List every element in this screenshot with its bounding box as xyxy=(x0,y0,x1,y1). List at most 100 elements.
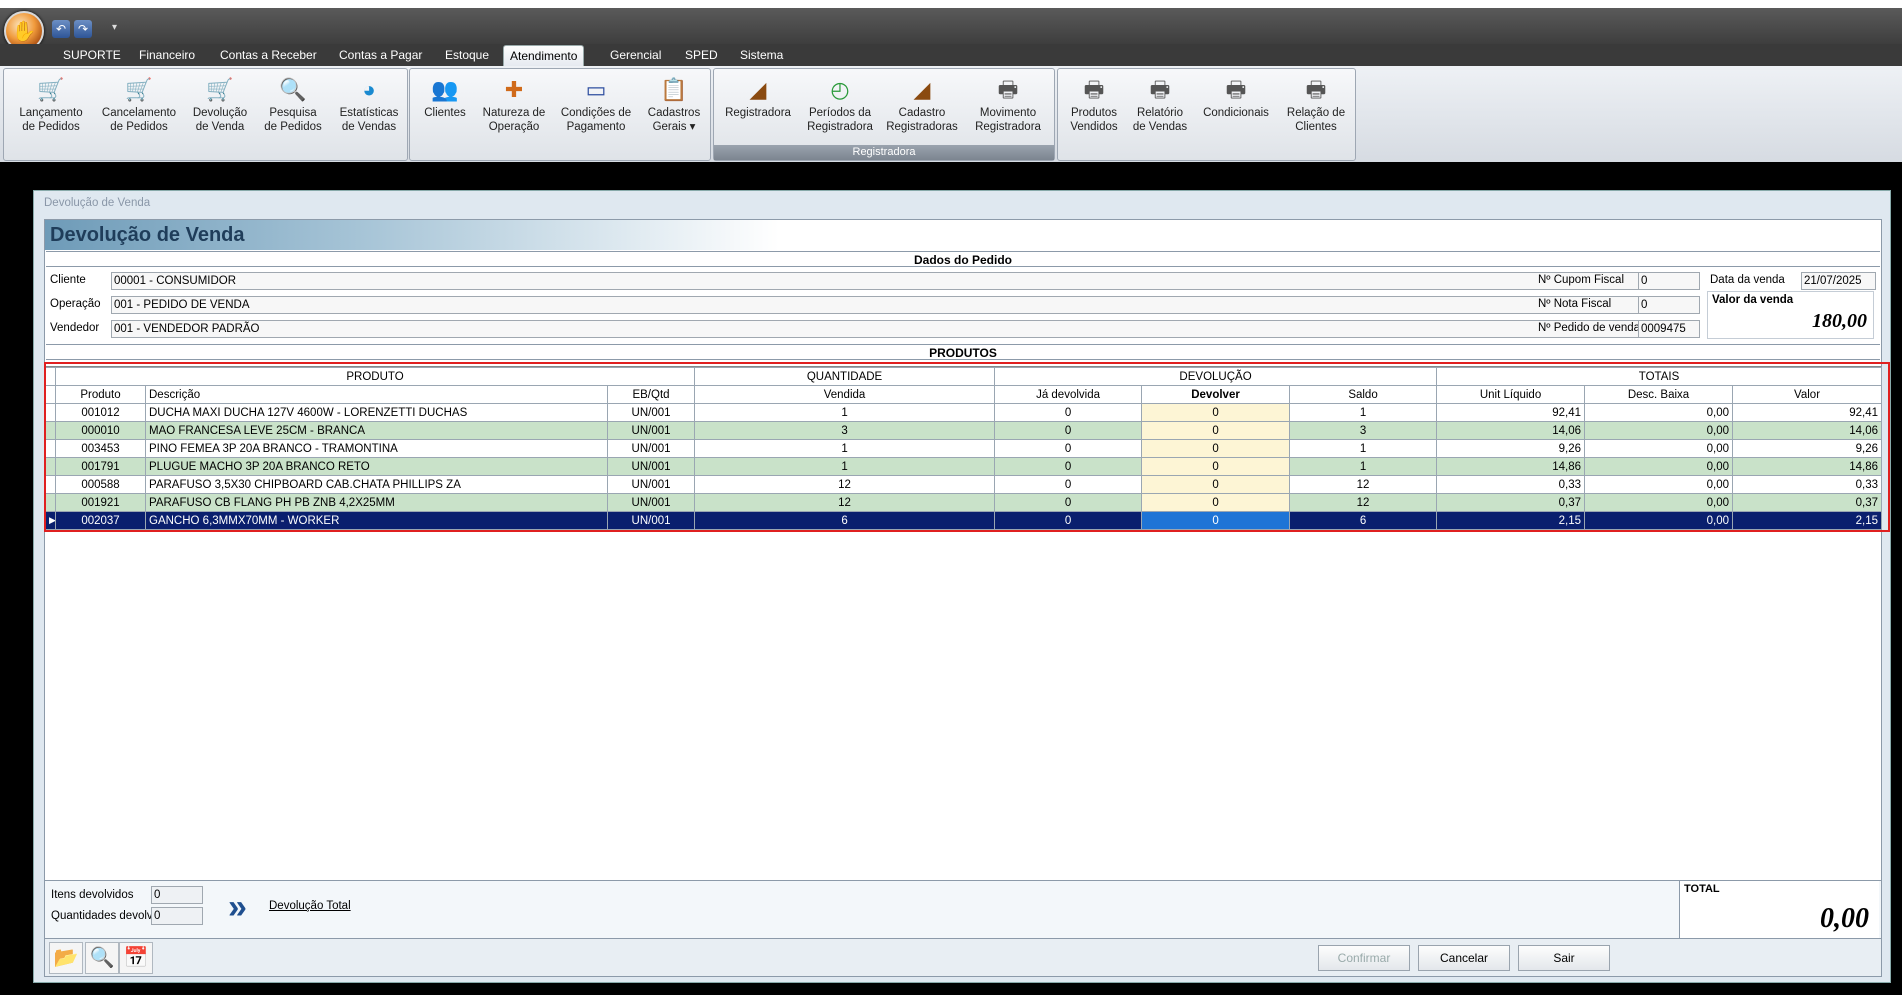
cell-valor: 0,37 xyxy=(1732,493,1883,512)
table-row[interactable]: 001921 PARAFUSO CB FLANG PH PB ZNB 4,2X25… xyxy=(45,493,1883,512)
col-produto[interactable]: Produto xyxy=(55,385,146,404)
table-row[interactable]: 001791 PLUGUE MACHO 3P 20A BRANCO RETO UN/… xyxy=(45,457,1883,476)
cell-valor: 9,26 xyxy=(1732,439,1883,458)
confirmar-button[interactable]: Confirmar xyxy=(1318,945,1410,971)
customize-qat-icon[interactable]: ▾ xyxy=(112,22,117,33)
search-f4-icon[interactable]: 🔍 xyxy=(85,942,119,974)
relatorio-vendas-button[interactable]: 🖶 Relatório de Vendas xyxy=(1128,71,1192,143)
lancamento-pedidos-button[interactable]: 🛒 Lançamento de Pedidos xyxy=(10,71,92,143)
vendedor-field[interactable]: 001 - VENDEDOR PADRÃO xyxy=(111,320,1693,338)
condicionais-button[interactable]: 🖶 Condicionais xyxy=(1196,71,1276,143)
tab-contas-pagar[interactable]: Contas a Pagar xyxy=(333,45,428,66)
tab-sped[interactable]: SPED xyxy=(679,45,724,66)
col-descricao[interactable]: Descrição xyxy=(145,385,608,404)
relacao-clientes-button[interactable]: 🖶 Relação de Clientes xyxy=(1280,71,1352,143)
tab-gerencial[interactable]: Gerencial xyxy=(604,45,667,66)
col-desc-baixa[interactable]: Desc. Baixa xyxy=(1584,385,1734,404)
devolucao-venda-button[interactable]: 🛒 Devolução de Venda xyxy=(187,71,253,143)
cadastros-gerais-button[interactable]: 📋 Cadastros Gerais ▾ xyxy=(642,71,706,143)
cell-devolver[interactable]: 0 xyxy=(1141,403,1291,422)
registradora-button[interactable]: ◢ Registradora xyxy=(718,71,798,143)
tab-sistema[interactable]: Sistema xyxy=(734,45,789,66)
undo-icon[interactable]: ↶ xyxy=(52,20,70,38)
cell-produto: 001012 xyxy=(55,403,146,422)
cell-produto: 003453 xyxy=(55,439,146,458)
row-indicator[interactable] xyxy=(45,475,56,494)
people-icon: 👥 xyxy=(431,77,459,102)
tab-financeiro[interactable]: Financeiro xyxy=(133,45,201,66)
itens-field[interactable]: 0 xyxy=(151,886,203,904)
ribbon-group-relatorios: 🖶 Produtos Vendidos 🖶 Relatório de Vendas 🖶 C… xyxy=(1057,68,1356,161)
table-row[interactable]: ▶ 002037 GANCHO 6,3MMX70MM - WORKER UN/001 6… xyxy=(45,511,1883,530)
sair-button[interactable]: Sair xyxy=(1518,945,1610,971)
cliente-field[interactable]: 00001 - CONSUMIDOR xyxy=(111,272,1693,290)
app-window: ↶ ↷ ▾ ✋ SUPORTE Financeiro Contas a Rece… xyxy=(0,0,1902,995)
tab-contas-receber[interactable]: Contas a Receber xyxy=(214,45,323,66)
calendar-icon[interactable]: 📅 xyxy=(119,942,153,974)
row-indicator[interactable] xyxy=(45,421,56,440)
table-row[interactable]: 000588 PARAFUSO 3,5X30 CHIPBOARD CAB.CHAT… xyxy=(45,475,1883,494)
bottom-toolbar: 📂 🔍 📅 Confirmar Cancelar Sair xyxy=(45,938,1881,976)
cell-devolver[interactable]: 0 xyxy=(1141,421,1291,440)
tab-estoque[interactable]: Estoque xyxy=(439,45,495,66)
cell-devolver[interactable]: 0 xyxy=(1141,457,1291,476)
periodos-registradora-button[interactable]: ◴ Períodos da Registradora xyxy=(802,71,878,143)
col-ja-devolvida[interactable]: Já devolvida xyxy=(994,385,1143,404)
movimento-registradora-button[interactable]: 🖶 Movimento Registradora xyxy=(966,71,1050,143)
condicoes-pagamento-button[interactable]: ▭ Condições de Pagamento xyxy=(554,71,638,143)
row-indicator[interactable] xyxy=(45,403,56,422)
clientes-button[interactable]: 👥 Clientes xyxy=(414,71,476,143)
redo-icon[interactable]: ↷ xyxy=(74,20,92,38)
tab-suporte[interactable]: SUPORTE xyxy=(57,45,127,66)
cell-devolver[interactable]: 0 xyxy=(1141,439,1291,458)
table-row[interactable]: 003453 PINO FEMEA 3P 20A BRANCO - TRAMONT… xyxy=(45,439,1883,458)
tab-atendimento[interactable]: Atendimento xyxy=(503,45,585,66)
table-row[interactable]: 000010 MAO FRANCESA LEVE 25CM - BRANCA UN/… xyxy=(45,421,1883,440)
cell-saldo: 12 xyxy=(1289,493,1438,512)
cell-eb-qtd: UN/001 xyxy=(606,439,696,458)
col-saldo[interactable]: Saldo xyxy=(1289,385,1438,404)
produtos-vendidos-button[interactable]: 🖶 Produtos Vendidos xyxy=(1062,71,1126,143)
pedido-field[interactable]: 0009475 xyxy=(1638,320,1700,338)
col-devolver[interactable]: Devolver xyxy=(1141,385,1291,404)
produtos-grid[interactable]: PRODUTO QUANTIDADE DEVOLUÇÃO TOTAIS Prod… xyxy=(45,366,1883,874)
row-indicator[interactable] xyxy=(45,439,56,458)
natureza-operacao-button[interactable]: ✚ Natureza de Operação xyxy=(478,71,550,143)
row-indicator[interactable]: ▶ xyxy=(45,511,56,530)
cell-produto: 001791 xyxy=(55,457,146,476)
cell-ja-devolvida: 0 xyxy=(994,493,1143,512)
col-eb-qtd[interactable]: EB/Qtd xyxy=(606,385,696,404)
cell-devolver[interactable]: 0 xyxy=(1141,475,1291,494)
col-unit-liquido[interactable]: Unit Líquido xyxy=(1436,385,1586,404)
data-field[interactable]: 21/07/2025 xyxy=(1801,272,1876,290)
pesquisa-pedidos-button[interactable]: 🔍 Pesquisa de Pedidos xyxy=(258,71,328,143)
cell-eb-qtd: UN/001 xyxy=(606,475,696,494)
nota-label: Nº Nota Fiscal xyxy=(1538,298,1612,310)
devolucao-total-link[interactable]: Devolução Total xyxy=(269,900,351,912)
total-box: TOTAL 0,00 xyxy=(1679,881,1879,939)
row-indicator[interactable] xyxy=(45,457,56,476)
pie-chart-icon: ◕ xyxy=(362,77,376,102)
row-indicator[interactable] xyxy=(45,493,56,512)
table-row[interactable]: 001012 DUCHA MAXI DUCHA 127V 4600W - LORE… xyxy=(45,403,1883,422)
qtd-field[interactable]: 0 xyxy=(151,907,203,925)
quick-access-toolbar: ↶ ↷ ▾ xyxy=(0,8,1902,44)
search-doc-icon: 🔍 xyxy=(279,77,307,102)
cupom-field[interactable]: 0 xyxy=(1638,272,1700,290)
printer-icon: 🖶 xyxy=(1149,77,1171,102)
cell-saldo: 12 xyxy=(1289,475,1438,494)
estatisticas-vendas-button[interactable]: ◕ Estatísticas de Vendas xyxy=(332,71,406,143)
cancelamento-pedidos-button[interactable]: 🛒 Cancelamento de Pedidos xyxy=(96,71,182,143)
folder-check-icon[interactable]: 📂 xyxy=(49,942,83,974)
cell-devolver[interactable]: 0 xyxy=(1141,511,1291,530)
cancelar-button[interactable]: Cancelar xyxy=(1418,945,1510,971)
col-valor[interactable]: Valor xyxy=(1732,385,1883,404)
col-vendida[interactable]: Vendida xyxy=(694,385,996,404)
nota-field[interactable]: 0 xyxy=(1638,296,1700,314)
cell-devolver[interactable]: 0 xyxy=(1141,493,1291,512)
cadastro-registradoras-button[interactable]: ◢ Cadastro Registradoras xyxy=(882,71,962,143)
ribbon-group-pedidos: 🛒 Lançamento de Pedidos 🛒 Cancelamento de Pe… xyxy=(3,68,408,161)
cell-unit-liquido: 14,06 xyxy=(1436,421,1586,440)
operacao-field[interactable]: 001 - PEDIDO DE VENDA xyxy=(111,296,1693,314)
double-arrow-icon[interactable]: » xyxy=(228,887,247,927)
